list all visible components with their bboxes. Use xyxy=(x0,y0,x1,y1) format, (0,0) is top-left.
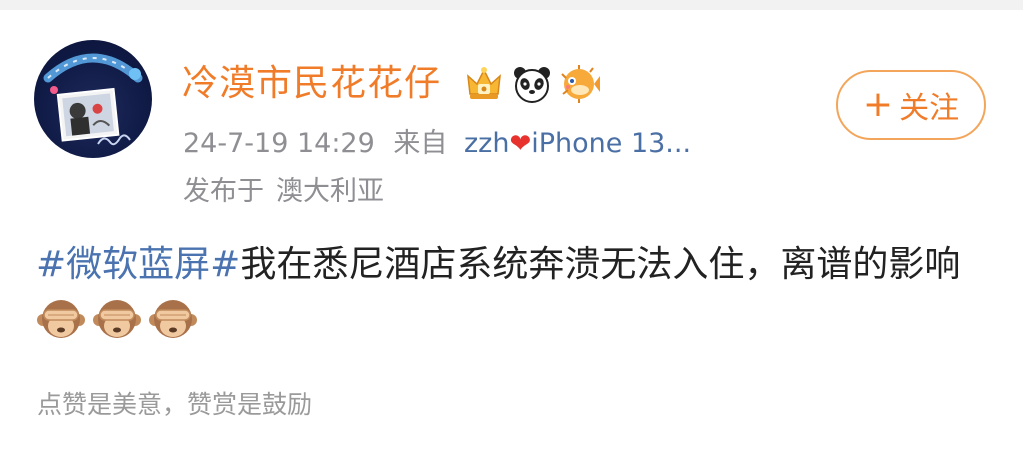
location-prefix: 发布于 xyxy=(183,176,264,207)
source-prefix: 来自 xyxy=(393,128,448,159)
post-text: 我在悉尼酒店系统奔溃无法入住，离谱的影响 xyxy=(240,244,961,285)
panda-badge-icon[interactable] xyxy=(512,64,552,104)
heart-icon: ❤ xyxy=(509,129,532,159)
follow-label: 关注 xyxy=(899,91,960,126)
see-no-evil-monkey-icon xyxy=(37,300,85,338)
source-device[interactable]: iPhone 13... xyxy=(531,128,691,159)
user-badges xyxy=(464,62,600,106)
weibo-post: 冷漠市民花花仔 24-7-19 14:29 来自 zzh❤iPhone 13..… xyxy=(0,10,1023,454)
reward-hint: 点赞是美意，赞赏是鼓励 xyxy=(37,390,313,419)
avatar-image xyxy=(43,53,143,146)
post-location: 发布于 澳大利亚 xyxy=(183,174,384,210)
top-divider xyxy=(0,0,1023,10)
username[interactable]: 冷漠市民花花仔 xyxy=(182,62,441,106)
crown-badge-icon[interactable] xyxy=(464,64,504,104)
see-no-evil-monkey-icon xyxy=(149,300,197,338)
source-user[interactable]: zzh xyxy=(464,128,509,159)
avatar[interactable] xyxy=(34,40,152,158)
pufferfish-badge-icon[interactable] xyxy=(560,64,600,104)
post-meta: 24-7-19 14:29 来自 zzh❤iPhone 13... xyxy=(183,126,691,162)
location-text: 澳大利亚 xyxy=(276,176,384,207)
see-no-evil-monkey-icon xyxy=(93,300,141,338)
hashtag-link[interactable]: #微软蓝屏# xyxy=(36,244,240,285)
post-timestamp: 24-7-19 14:29 xyxy=(183,128,375,159)
post-content: #微软蓝屏#我在悉尼酒店系统奔溃无法入住，离谱的影响 xyxy=(36,236,986,352)
plus-icon: + xyxy=(862,84,894,125)
follow-button[interactable]: + 关注 xyxy=(836,70,986,140)
